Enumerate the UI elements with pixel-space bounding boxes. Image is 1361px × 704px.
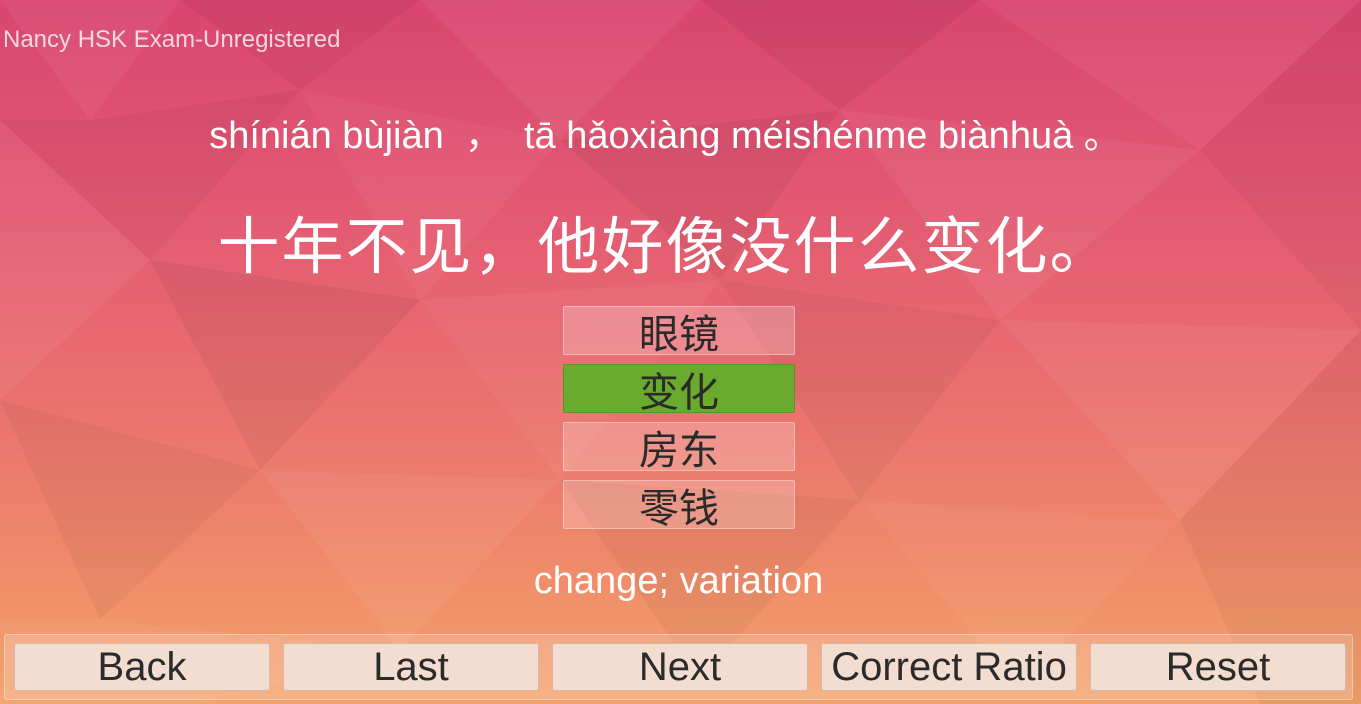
- chinese-sentence: 十年不见，他好像没什么变化。: [217, 213, 1114, 282]
- correct-ratio-button[interactable]: Correct Ratio: [821, 643, 1077, 691]
- bottom-toolbar: Back Last Next Correct Ratio Reset: [4, 634, 1353, 700]
- pinyin-sentence: shínián bùjiàn ， tā hǎoxiàng méishénme b…: [209, 115, 1122, 157]
- choice-option-4[interactable]: 零钱: [563, 480, 795, 531]
- next-button[interactable]: Next: [552, 643, 808, 691]
- answer-choices: 眼镜 变化 房东 零钱: [563, 306, 795, 538]
- choice-option-1[interactable]: 眼镜: [563, 306, 795, 357]
- word-meaning: change; variation: [533, 560, 824, 602]
- back-button[interactable]: Back: [14, 643, 270, 691]
- reset-button[interactable]: Reset: [1090, 643, 1346, 691]
- last-button[interactable]: Last: [283, 643, 539, 691]
- app-title: Nancy HSK Exam-Unregistered: [3, 26, 341, 53]
- choice-option-3[interactable]: 房东: [563, 422, 795, 473]
- choice-option-2[interactable]: 变化: [563, 364, 795, 415]
